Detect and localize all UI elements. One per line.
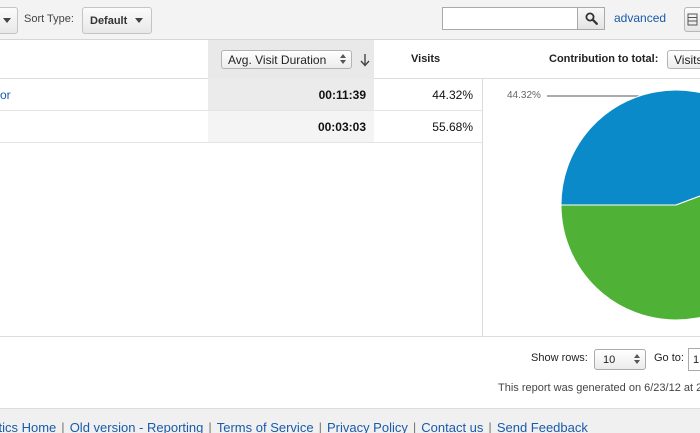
show-rows-label: Show rows:	[531, 352, 588, 364]
pie-slice-1[interactable]	[560, 89, 700, 206]
contribution-select[interactable]: Visits	[667, 50, 700, 69]
footer-link-contact[interactable]: Contact us	[421, 420, 483, 433]
footer-links: ytics Home | Old version - Reporting | Terms…	[0, 420, 588, 433]
separator: |	[208, 420, 212, 433]
separator: |	[412, 420, 417, 433]
sort-type-value: Default	[90, 14, 128, 27]
footer-link-privacy[interactable]: Privacy Policy	[327, 420, 408, 433]
dimension-dropdown-button[interactable]	[0, 7, 18, 34]
avg-visit-duration-cell: 00:03:03	[317, 120, 366, 134]
contribution-select-value: Visits	[674, 52, 700, 67]
pie-chart	[547, 89, 700, 321]
sort-type-label: Sort Type:	[24, 13, 74, 25]
view-toggle-button[interactable]	[684, 7, 700, 32]
footer-link-analytics-home[interactable]: ytics Home	[0, 420, 56, 433]
search-icon	[585, 12, 598, 25]
footer-link-old-version[interactable]: Old version - Reporting	[70, 420, 204, 433]
separator: |	[488, 420, 492, 433]
select-arrows-icon	[634, 354, 640, 364]
show-rows-value: 10	[603, 353, 616, 366]
separator: |	[61, 420, 65, 433]
pagination: Show rows: 10 Go to: 1 This report was g…	[0, 336, 700, 408]
visits-percent-cell: 44.32%	[432, 88, 473, 102]
toolbar: Sort Type: Default advanced	[0, 0, 700, 40]
table-row: or 00:11:39 44.32%	[0, 79, 482, 111]
visits-percent-cell: 55.68%	[432, 120, 473, 134]
chevron-down-icon	[3, 18, 11, 23]
pie-slices	[560, 89, 700, 321]
separator: |	[318, 420, 322, 433]
table-view-icon	[687, 13, 698, 26]
contribution-label: Contribution to total:	[549, 53, 659, 65]
metric-select-value: Avg. Visit Duration	[228, 52, 327, 67]
report-generated-text: This report was generated on 6/23/12 at …	[498, 382, 700, 394]
footer-link-terms[interactable]: Terms of Service	[217, 420, 314, 433]
advanced-search-link[interactable]: advanced	[614, 11, 666, 25]
sort-type-dropdown[interactable]: Default	[82, 7, 152, 34]
table-row: 00:03:03 55.68%	[0, 111, 482, 143]
avg-visit-duration-cell: 00:11:39	[318, 88, 366, 102]
table-header: Avg. Visit Duration Visits Contribution …	[0, 40, 700, 79]
row-dimension-link[interactable]: or	[0, 88, 11, 102]
sort-descending-icon[interactable]	[359, 53, 371, 67]
search-input[interactable]	[442, 7, 578, 30]
visits-column-header: Visits	[411, 53, 441, 65]
metric-select[interactable]: Avg. Visit Duration	[221, 50, 352, 69]
chevron-down-icon	[135, 18, 144, 23]
contribution-chart: 44.32%	[482, 79, 700, 336]
search-button[interactable]	[577, 7, 605, 30]
go-to-value: 1	[693, 353, 700, 366]
show-rows-select[interactable]: 10	[594, 349, 646, 370]
go-to-input[interactable]: 1	[688, 348, 700, 371]
footer-link-feedback[interactable]: Send Feedback	[497, 420, 588, 433]
select-arrows-icon	[340, 54, 346, 64]
footer: ytics Home | Old version - Reporting | Terms…	[0, 408, 700, 433]
go-to-label: Go to:	[654, 352, 684, 364]
